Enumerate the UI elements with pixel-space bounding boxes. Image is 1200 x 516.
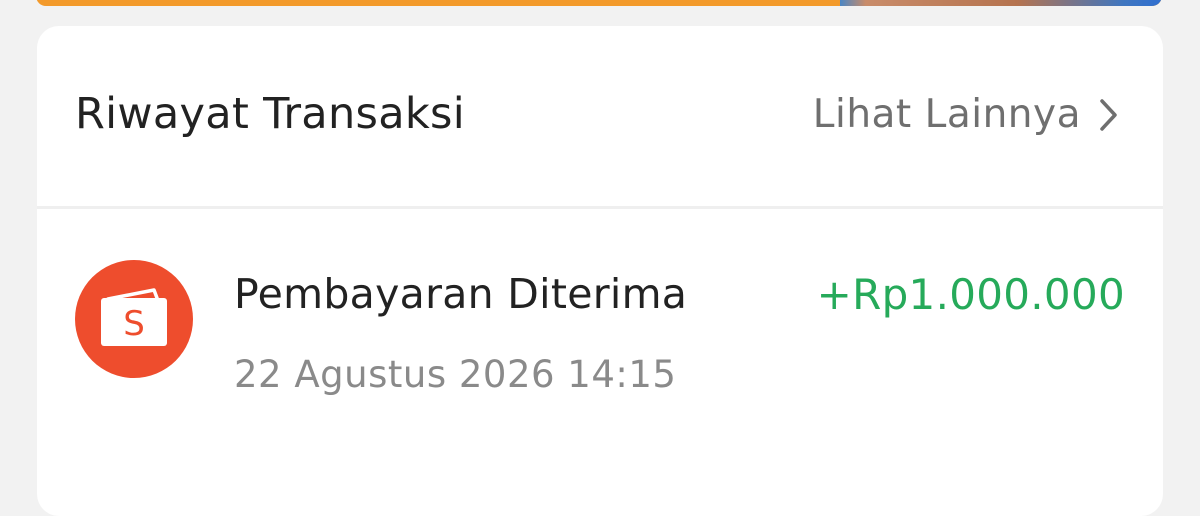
see-more-link[interactable]: Lihat Lainnya [813,92,1119,137]
chevron-right-icon [1099,98,1119,132]
transaction-history-card: Riwayat Transaksi Lihat Lainnya S Pembay… [37,26,1163,516]
shopeepay-wallet-icon: S [75,260,193,378]
section-title: Riwayat Transaksi [75,89,466,139]
card-header: Riwayat Transaksi Lihat Lainnya [37,26,1163,209]
transaction-title: Pembayaran Diterima [234,270,688,318]
transaction-row[interactable]: S Pembayaran Diterima 22 Agustus 2026 14… [37,209,1163,509]
transaction-amount: +Rp1.000.000 [816,270,1125,319]
banner-image [840,0,1162,6]
svg-text:S: S [123,304,145,344]
top-banner[interactable] [36,0,1162,6]
see-more-label: Lihat Lainnya [812,92,1081,137]
transaction-datetime: 22 Agustus 2026 14:15 [234,353,677,396]
